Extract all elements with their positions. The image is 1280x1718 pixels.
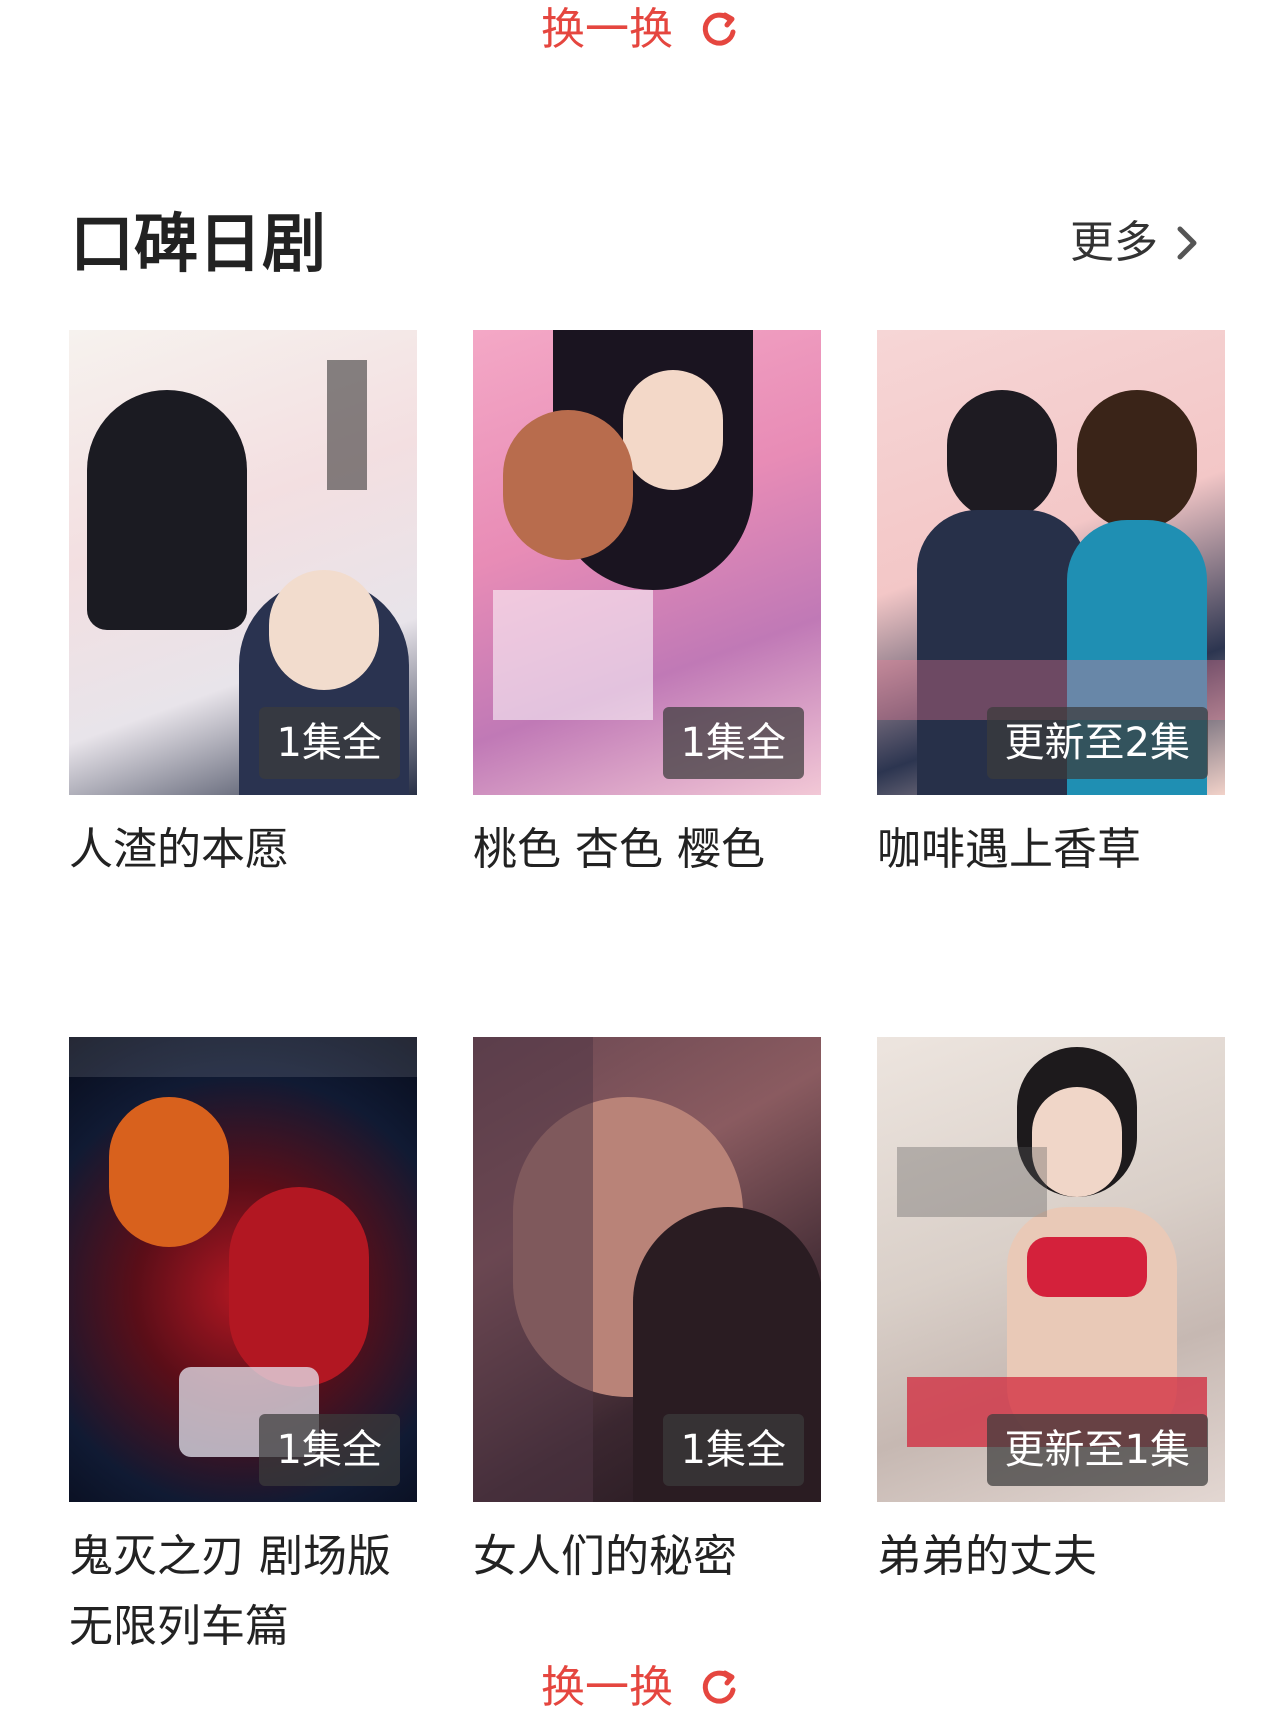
drama-title: 桃色 杏色 樱色 bbox=[473, 824, 765, 875]
refresh-button-bottom[interactable]: 换一换 bbox=[0, 1658, 1280, 1718]
refresh-icon bbox=[702, 12, 736, 46]
drama-title: 鬼灭之刃 剧场版 无限列车篇 bbox=[69, 1531, 391, 1652]
drama-card[interactable]: 1集全 鬼灭之刃 剧场版 无限列车篇 bbox=[69, 1037, 417, 1662]
poster-image: 更新至1集 bbox=[877, 1037, 1225, 1502]
episode-badge: 更新至1集 bbox=[986, 1414, 1208, 1486]
drama-title: 咖啡遇上香草 bbox=[877, 824, 1141, 875]
refresh-label: 换一换 bbox=[541, 4, 673, 55]
refresh-button-top[interactable]: 换一换 bbox=[0, 0, 1280, 60]
episode-badge: 1集全 bbox=[662, 707, 804, 779]
poster-image: 1集全 bbox=[473, 1037, 821, 1502]
poster-image: 1集全 bbox=[69, 1037, 417, 1502]
drama-card[interactable]: 1集全 女人们的秘密 bbox=[473, 1037, 821, 1592]
section-title: 口碑日剧 bbox=[70, 208, 326, 282]
drama-title: 弟弟的丈夫 bbox=[877, 1531, 1097, 1582]
poster-image: 更新至2集 bbox=[877, 330, 1225, 795]
poster-image: 1集全 bbox=[473, 330, 821, 795]
drama-title: 人渣的本愿 bbox=[69, 824, 289, 875]
episode-badge: 1集全 bbox=[258, 1414, 400, 1486]
episode-badge: 更新至2集 bbox=[986, 707, 1208, 779]
drama-card[interactable]: 1集全 桃色 杏色 樱色 bbox=[473, 330, 821, 885]
drama-title: 女人们的秘密 bbox=[473, 1531, 737, 1582]
chevron-right-icon bbox=[1177, 226, 1197, 260]
refresh-icon bbox=[702, 1670, 736, 1704]
more-label: 更多 bbox=[1070, 217, 1158, 268]
more-link[interactable]: 更多 bbox=[1070, 210, 1198, 276]
episode-badge: 1集全 bbox=[662, 1414, 804, 1486]
drama-card[interactable]: 更新至1集 弟弟的丈夫 bbox=[877, 1037, 1225, 1592]
poster-image: 1集全 bbox=[69, 330, 417, 795]
refresh-label: 换一换 bbox=[541, 1662, 673, 1713]
drama-card[interactable]: 更新至2集 咖啡遇上香草 bbox=[877, 330, 1225, 885]
drama-card[interactable]: 1集全 人渣的本愿 bbox=[69, 330, 417, 885]
episode-badge: 1集全 bbox=[258, 707, 400, 779]
